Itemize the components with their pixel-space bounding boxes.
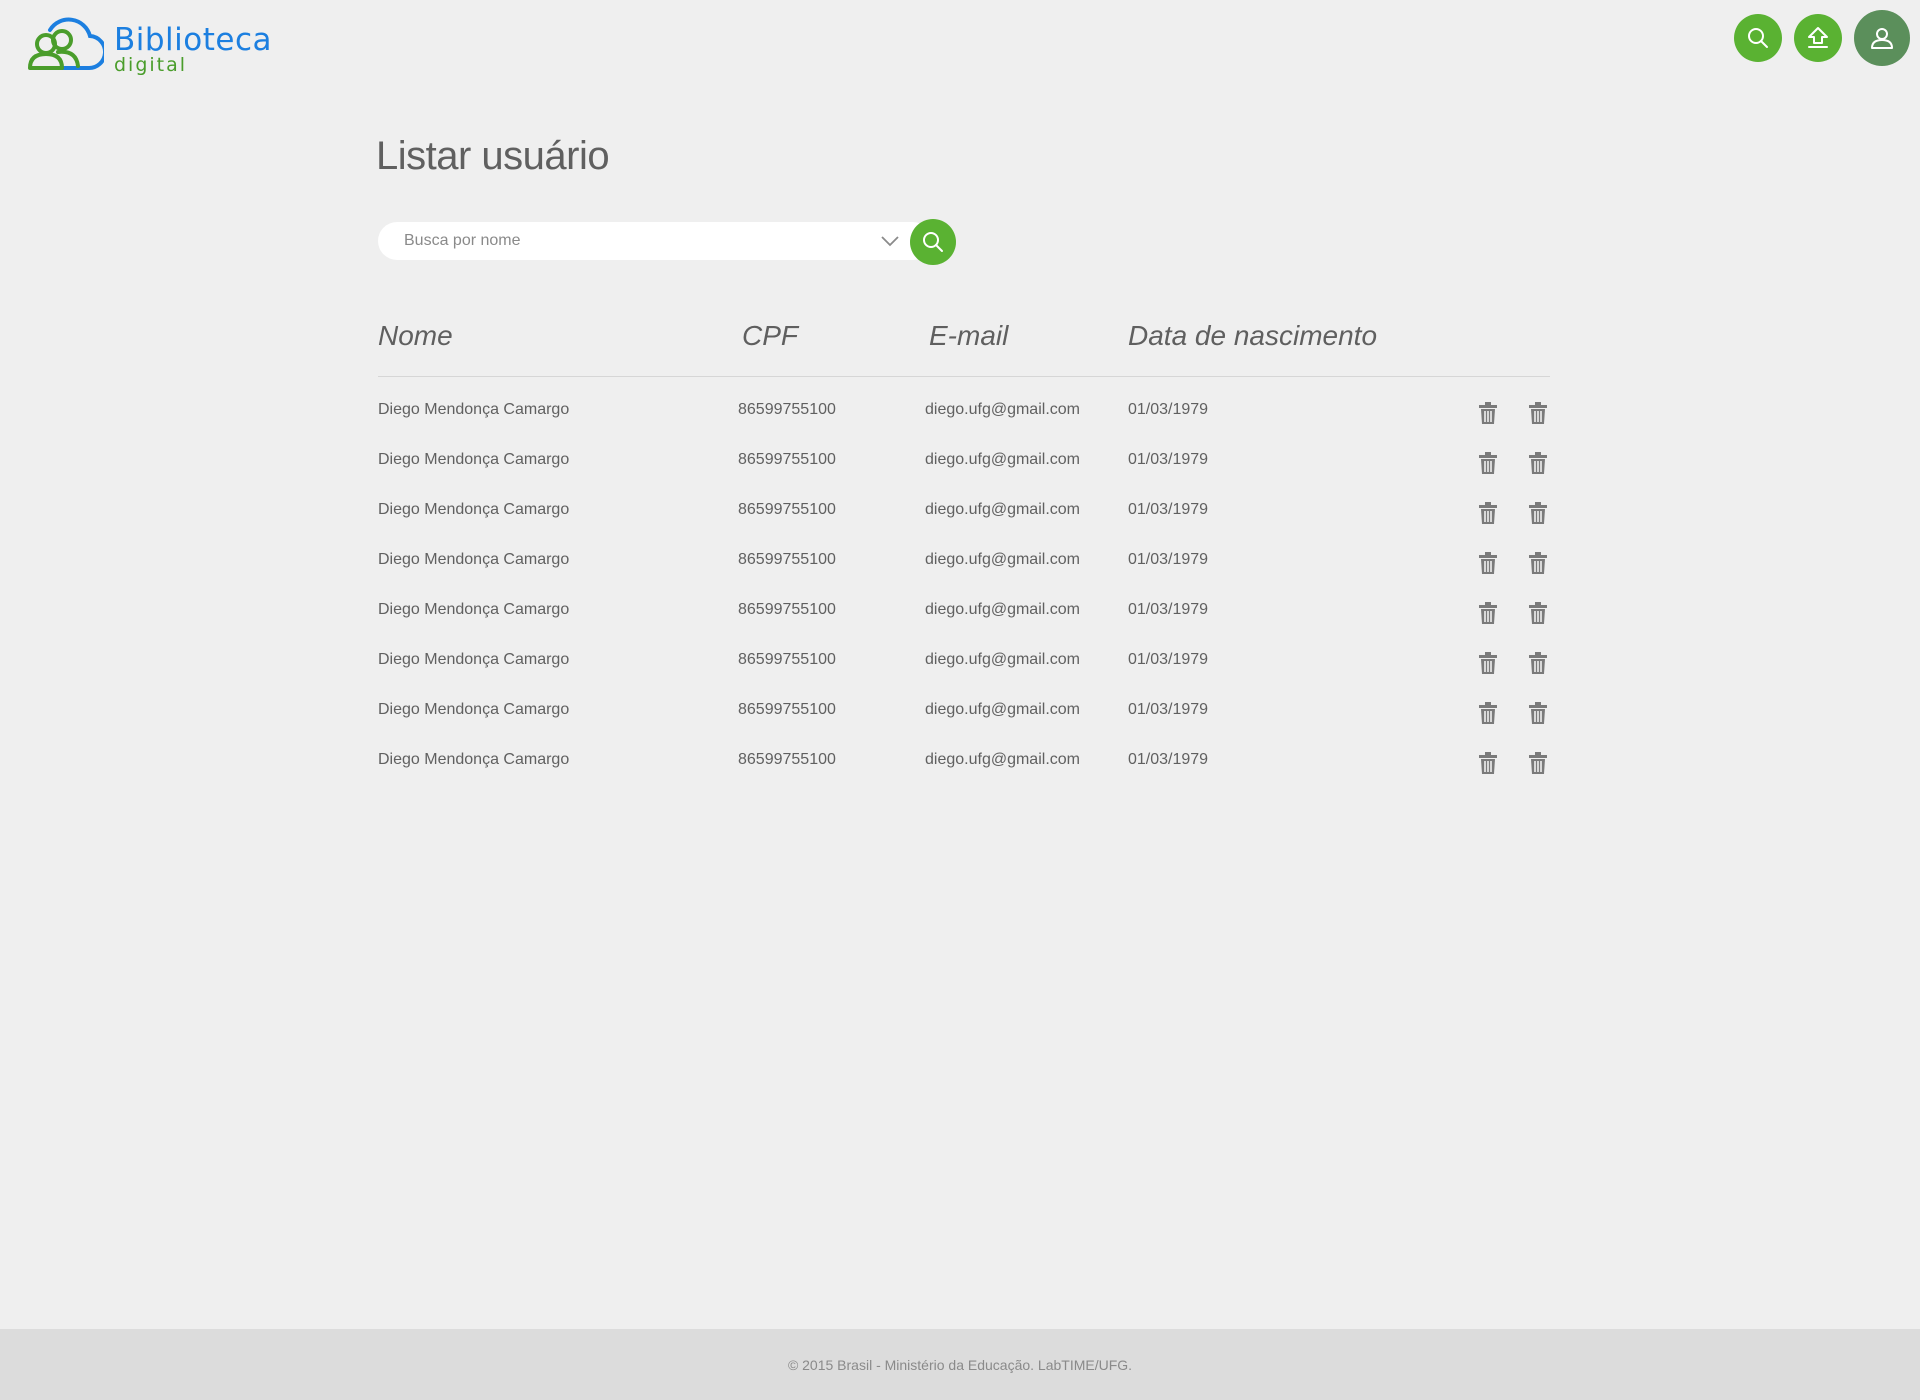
logo-title: Biblioteca (114, 22, 273, 58)
cell-nascimento: 01/03/1979 (1128, 751, 1209, 768)
trash-icon[interactable] (1478, 401, 1498, 425)
trash-icon[interactable] (1478, 701, 1498, 725)
table-row: Diego Mendonça Camargo 86599755100 diego.u… (378, 537, 1550, 587)
cell-email: diego.ufg@gmail.com (925, 651, 1080, 668)
upload-icon (1808, 27, 1828, 48)
users-table: Nome CPF E-mail Data de nascimento Diego… (378, 310, 1550, 787)
cell-cpf: 86599755100 (738, 551, 836, 568)
search-icon (923, 232, 943, 252)
upload-button[interactable] (1794, 14, 1842, 62)
trash-icon[interactable] (1478, 451, 1498, 475)
table-row: Diego Mendonça Camargo 86599755100 diego.u… (378, 387, 1550, 437)
cell-nome: Diego Mendonça Camargo (378, 751, 570, 768)
table-row: Diego Mendonça Camargo 86599755100 diego.u… (378, 737, 1550, 787)
cell-email: diego.ufg@gmail.com (925, 601, 1080, 618)
cell-nascimento: 01/03/1979 (1128, 451, 1209, 468)
cell-nascimento: 01/03/1979 (1128, 701, 1209, 718)
table-row: Diego Mendonça Camargo 86599755100 diego.u… (378, 487, 1550, 537)
column-header-cpf: CPF (742, 320, 798, 351)
logo-cloud-icon (28, 17, 104, 71)
cell-email: diego.ufg@gmail.com (925, 451, 1080, 468)
cell-nome: Diego Mendonça Camargo (378, 501, 570, 518)
header: Biblioteca digital (0, 0, 1920, 100)
column-header-nascimento: Data de nascimento (1128, 320, 1378, 351)
logo-subtitle: digital (114, 54, 188, 76)
cell-email: diego.ufg@gmail.com (925, 401, 1080, 418)
search-bar (378, 219, 958, 265)
page-title: Listar usuário (376, 134, 610, 178)
trash-icon[interactable] (1528, 501, 1548, 525)
table-header: Nome CPF E-mail Data de nascimento (378, 310, 1550, 377)
cell-email: diego.ufg@gmail.com (925, 551, 1080, 568)
chevron-down-icon[interactable] (880, 233, 900, 249)
cell-cpf: 86599755100 (738, 701, 836, 718)
cell-nome: Diego Mendonça Camargo (378, 601, 570, 618)
cell-nascimento: 01/03/1979 (1128, 651, 1209, 668)
cell-cpf: 86599755100 (738, 651, 836, 668)
trash-icon[interactable] (1528, 551, 1548, 575)
user-icon (1871, 28, 1893, 49)
trash-icon[interactable] (1478, 751, 1498, 775)
table-row: Diego Mendonça Camargo 86599755100 diego.u… (378, 687, 1550, 737)
user-menu-button[interactable] (1854, 10, 1910, 66)
trash-icon[interactable] (1528, 601, 1548, 625)
logo-text: Biblioteca digital (114, 25, 272, 75)
cell-nascimento: 01/03/1979 (1128, 501, 1209, 518)
cell-email: diego.ufg@gmail.com (925, 701, 1080, 718)
footer-copyright: © 2015 Brasil - Ministério da Educação. … (787, 1356, 1133, 1373)
trash-icon[interactable] (1478, 651, 1498, 675)
search-input[interactable] (378, 222, 932, 260)
cell-email: diego.ufg@gmail.com (925, 501, 1080, 518)
trash-icon[interactable] (1528, 751, 1548, 775)
cell-nome: Diego Mendonça Camargo (378, 701, 570, 718)
search-icon (1748, 28, 1768, 48)
column-header-nome: Nome (378, 320, 453, 351)
header-search-button[interactable] (1734, 14, 1782, 62)
search-submit-button[interactable] (910, 219, 956, 265)
cell-nascimento: 01/03/1979 (1128, 601, 1209, 618)
cell-nome: Diego Mendonça Camargo (378, 401, 570, 418)
cell-nascimento: 01/03/1979 (1128, 401, 1209, 418)
table-body: Diego Mendonça Camargo 86599755100 diego.u… (378, 387, 1550, 787)
cell-cpf: 86599755100 (738, 451, 836, 468)
trash-icon[interactable] (1478, 551, 1498, 575)
cell-cpf: 86599755100 (738, 401, 836, 418)
table-row: Diego Mendonça Camargo 86599755100 diego.u… (378, 437, 1550, 487)
trash-icon[interactable] (1478, 501, 1498, 525)
cell-nome: Diego Mendonça Camargo (378, 551, 570, 568)
trash-icon[interactable] (1528, 701, 1548, 725)
cell-email: diego.ufg@gmail.com (925, 751, 1080, 768)
cell-cpf: 86599755100 (738, 751, 836, 768)
logo[interactable]: Biblioteca digital (18, 16, 272, 76)
cell-nome: Diego Mendonça Camargo (378, 651, 570, 668)
cell-cpf: 86599755100 (738, 601, 836, 618)
column-header-email: E-mail (929, 320, 1009, 351)
cell-nascimento: 01/03/1979 (1128, 551, 1209, 568)
trash-icon[interactable] (1478, 601, 1498, 625)
table-row: Diego Mendonça Camargo 86599755100 diego.u… (378, 587, 1550, 637)
trash-icon[interactable] (1528, 401, 1548, 425)
cell-cpf: 86599755100 (738, 501, 836, 518)
trash-icon[interactable] (1528, 651, 1548, 675)
cell-nome: Diego Mendonça Camargo (378, 451, 570, 468)
table-row: Diego Mendonça Camargo 86599755100 diego.u… (378, 637, 1550, 687)
trash-icon[interactable] (1528, 451, 1548, 475)
footer: © 2015 Brasil - Ministério da Educação. … (0, 1329, 1920, 1400)
